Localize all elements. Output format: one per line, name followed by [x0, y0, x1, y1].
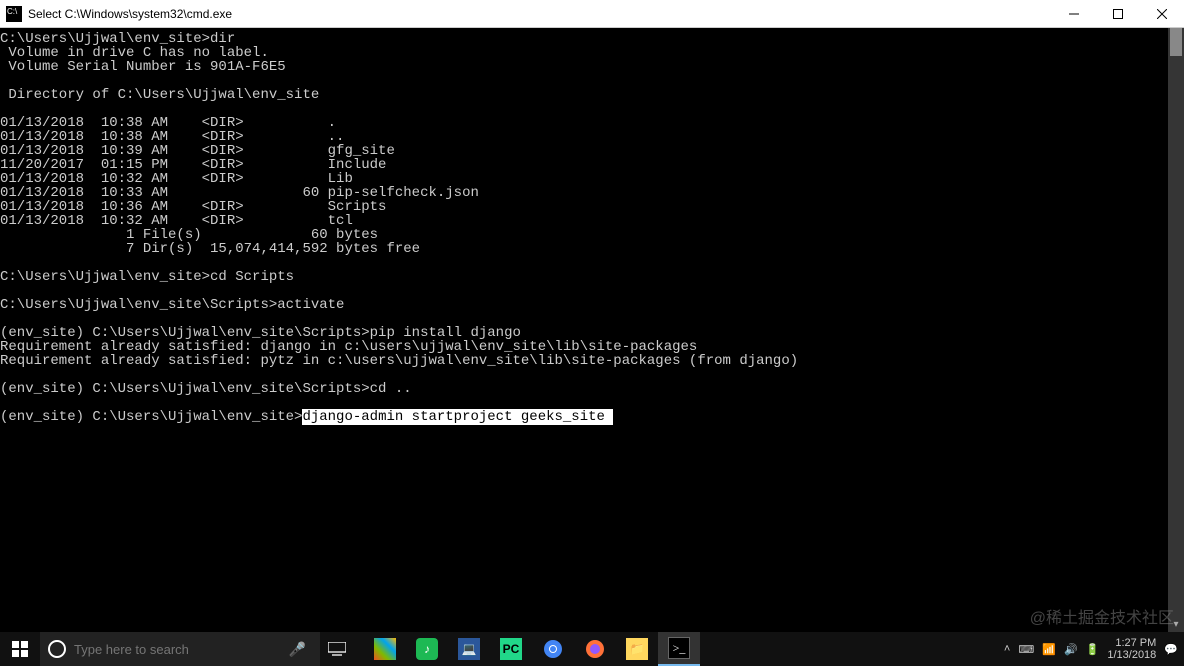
- tray-wifi-icon[interactable]: 📶: [1042, 643, 1056, 656]
- task-view-button[interactable]: [320, 632, 354, 666]
- maximize-button[interactable]: [1096, 0, 1140, 28]
- minimize-button[interactable]: [1052, 0, 1096, 28]
- cortana-icon: [48, 640, 66, 658]
- windows-taskbar: 🎤 ♪ 💻 PC 📁 >_ ˄ ⌨ 📶 🔊 🔋 1:27 PM 1/13/201…: [0, 632, 1184, 666]
- terminal-output[interactable]: C:\Users\Ujjwal\env_site>dir Volume in d…: [0, 28, 1168, 632]
- close-button[interactable]: [1140, 0, 1184, 28]
- taskbar-app-chrome[interactable]: [532, 632, 574, 666]
- vertical-scrollbar[interactable]: ▴ ▾: [1168, 28, 1184, 632]
- tray-clock[interactable]: 1:27 PM 1/13/2018: [1107, 637, 1156, 661]
- window-title: Select C:\Windows\system32\cmd.exe: [28, 7, 232, 21]
- cmd-icon: [6, 6, 22, 22]
- watermark-text: @稀土掘金技术社区: [1030, 604, 1174, 628]
- taskbar-search[interactable]: 🎤: [40, 632, 320, 666]
- tray-notifications-icon[interactable]: 💬: [1164, 643, 1178, 656]
- mic-icon[interactable]: 🎤: [283, 641, 312, 658]
- taskbar-app-explorer[interactable]: 📁: [616, 632, 658, 666]
- taskbar-app-cmd[interactable]: >_: [658, 632, 700, 666]
- selected-command-text[interactable]: django-admin startproject geeks_site: [302, 409, 613, 425]
- tray-input-icon[interactable]: ⌨: [1018, 643, 1034, 656]
- start-button[interactable]: [0, 632, 40, 666]
- system-tray[interactable]: ˄ ⌨ 📶 🔊 🔋 1:27 PM 1/13/2018 💬: [1004, 632, 1184, 666]
- taskbar-app-pycharm[interactable]: PC: [490, 632, 532, 666]
- tray-up-icon[interactable]: ˄: [1004, 643, 1010, 655]
- taskbar-app-msstore[interactable]: [364, 632, 406, 666]
- taskbar-app-spotify[interactable]: ♪: [406, 632, 448, 666]
- tray-volume-icon[interactable]: 🔊: [1064, 643, 1078, 656]
- taskbar-app-firefox[interactable]: [574, 632, 616, 666]
- search-input[interactable]: [74, 642, 275, 657]
- taskbar-app-thispc[interactable]: 💻: [448, 632, 490, 666]
- tray-battery-icon[interactable]: 🔋: [1086, 643, 1100, 656]
- window-titlebar: Select C:\Windows\system32\cmd.exe: [0, 0, 1184, 28]
- scroll-thumb[interactable]: [1170, 28, 1182, 56]
